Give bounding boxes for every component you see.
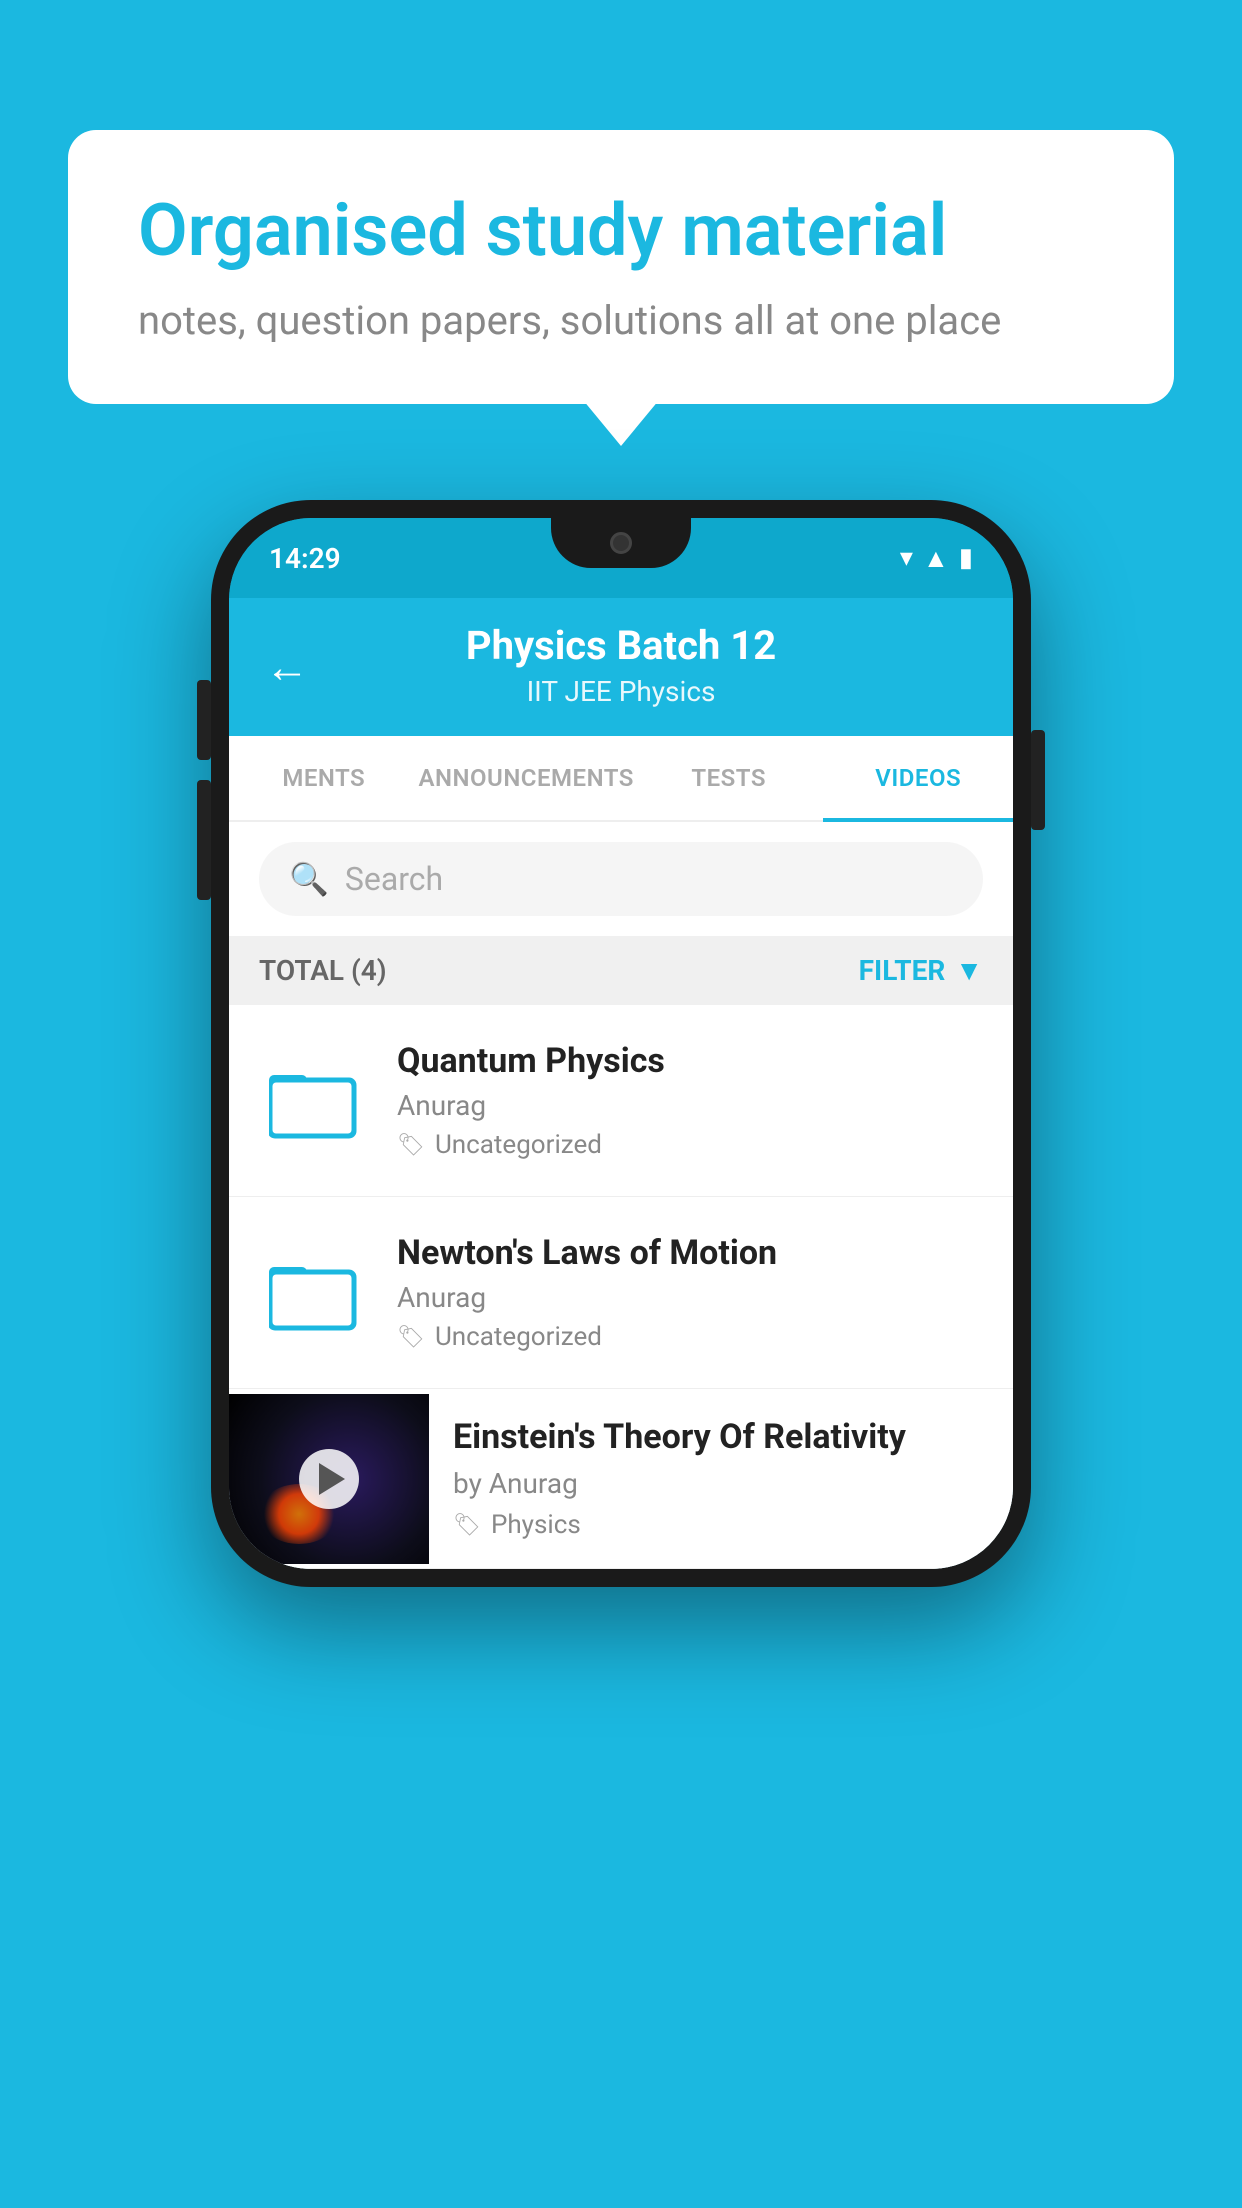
phone-screen: 14:29 ▾ ▲ ▮ ← Physics Batch 12 IIT JEE P…	[229, 518, 1013, 1569]
video-tag: 🏷 Uncategorized	[397, 1130, 983, 1160]
list-item[interactable]: Quantum Physics Anurag 🏷 Uncategorized	[229, 1005, 1013, 1197]
status-bar: 14:29 ▾ ▲ ▮	[229, 518, 1013, 598]
tab-tests[interactable]: TESTS	[634, 736, 824, 820]
tag-icon: 🏷	[453, 1513, 481, 1538]
video-author: by Anurag	[453, 1467, 989, 1500]
filter-icon: ▼	[955, 954, 983, 987]
folder-icon	[269, 1061, 359, 1141]
status-icons: ▾ ▲ ▮	[900, 543, 973, 574]
wifi-icon: ▾	[900, 543, 913, 573]
battery-icon: ▮	[959, 543, 973, 573]
tab-announcements[interactable]: ANNOUNCEMENTS	[419, 736, 634, 820]
video-info: Quantum Physics Anurag 🏷 Uncategorized	[397, 1041, 983, 1160]
back-button[interactable]: ←	[265, 641, 309, 693]
video-tag: 🏷 Physics	[453, 1510, 989, 1540]
header-title: Physics Batch 12	[269, 622, 973, 669]
tabs-bar: MENTS ANNOUNCEMENTS TESTS VIDEOS	[229, 736, 1013, 822]
tag-icon: 🏷	[397, 1133, 425, 1158]
bubble-title: Organised study material	[138, 190, 1104, 273]
bubble-subtitle: notes, question papers, solutions all at…	[138, 297, 1104, 344]
search-bar[interactable]: 🔍 Search	[259, 842, 983, 916]
play-button[interactable]	[299, 1449, 359, 1509]
list-item[interactable]: Newton's Laws of Motion Anurag 🏷 Uncateg…	[229, 1197, 1013, 1389]
video-tag: 🏷 Uncategorized	[397, 1322, 983, 1352]
folder-icon	[269, 1253, 359, 1333]
search-bar-wrapper: 🔍 Search	[229, 822, 1013, 936]
phone-wrapper: 14:29 ▾ ▲ ▮ ← Physics Batch 12 IIT JEE P…	[211, 500, 1031, 1587]
video-author: Anurag	[397, 1281, 983, 1314]
video-title: Newton's Laws of Motion	[397, 1233, 983, 1273]
notch	[551, 518, 691, 568]
filter-button[interactable]: FILTER ▼	[859, 954, 983, 987]
total-count: TOTAL (4)	[259, 954, 387, 987]
video-thumbnail	[229, 1394, 429, 1564]
folder-icon-wrapper	[259, 1046, 369, 1156]
list-item[interactable]: Einstein's Theory Of Relativity by Anura…	[229, 1389, 1013, 1569]
tab-ments[interactable]: MENTS	[229, 736, 419, 820]
filter-bar: TOTAL (4) FILTER ▼	[229, 936, 1013, 1005]
speech-bubble: Organised study material notes, question…	[68, 130, 1174, 404]
power-button	[1031, 730, 1045, 830]
camera-dot	[610, 532, 632, 554]
signal-icon: ▲	[923, 543, 949, 574]
video-author: Anurag	[397, 1089, 983, 1122]
tab-videos[interactable]: VIDEOS	[823, 736, 1013, 820]
header-subtitle: IIT JEE Physics	[269, 675, 973, 708]
volume-up-button	[197, 680, 211, 760]
search-icon: 🔍	[289, 860, 329, 898]
filter-label: FILTER	[859, 954, 946, 987]
video-info: Einstein's Theory Of Relativity by Anura…	[429, 1389, 1013, 1568]
volume-down-button	[197, 780, 211, 900]
video-info: Newton's Laws of Motion Anurag 🏷 Uncateg…	[397, 1233, 983, 1352]
status-time: 14:29	[269, 542, 341, 575]
video-title: Quantum Physics	[397, 1041, 983, 1081]
search-input[interactable]: Search	[345, 860, 443, 898]
folder-icon-wrapper	[259, 1238, 369, 1348]
play-icon	[319, 1463, 345, 1495]
app-content: 🔍 Search TOTAL (4) FILTER ▼	[229, 822, 1013, 1569]
app-header: ← Physics Batch 12 IIT JEE Physics	[229, 598, 1013, 736]
speech-bubble-container: Organised study material notes, question…	[68, 130, 1174, 404]
phone-outer: 14:29 ▾ ▲ ▮ ← Physics Batch 12 IIT JEE P…	[211, 500, 1031, 1587]
tag-icon: 🏷	[397, 1325, 425, 1350]
video-list: Quantum Physics Anurag 🏷 Uncategorized	[229, 1005, 1013, 1569]
video-title: Einstein's Theory Of Relativity	[453, 1417, 989, 1457]
